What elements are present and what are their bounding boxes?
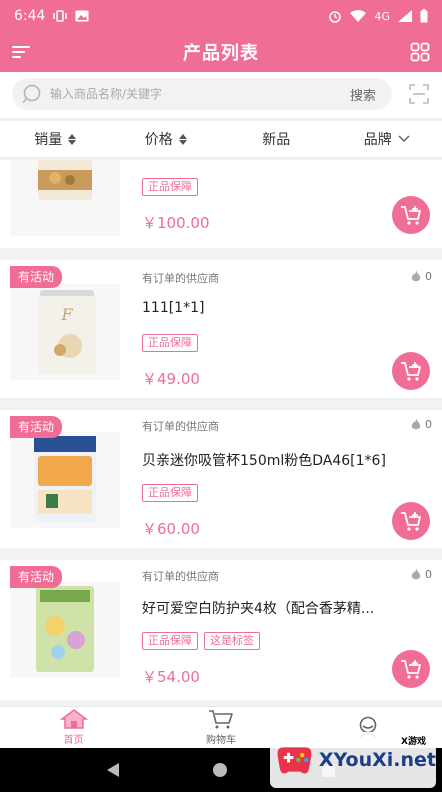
product-title: 好可爱空白防护夹4枚（配合香茅精... — [142, 601, 375, 617]
product-tag: 正品保障 — [142, 484, 198, 502]
sort-arrows-icon — [68, 133, 77, 145]
product-price: ￥60.00 — [142, 520, 200, 538]
sort-new[interactable]: 新品 — [221, 121, 332, 157]
activity-badge: 有活动 — [10, 416, 63, 438]
product-tags: 正品保障 — [142, 178, 198, 196]
product-card[interactable]: 有活动 有订单的供应商 0 贝亲迷你吸管杯150ml粉色DA46[1*6] 正品… — [0, 410, 442, 548]
supplier-name: 有订单的供应商 — [142, 272, 219, 285]
page-title: 产品列表 — [183, 43, 259, 64]
search-icon — [22, 84, 41, 103]
sort-brand[interactable]: 品牌 — [332, 121, 442, 157]
add-to-cart-button[interactable] — [392, 650, 430, 688]
product-title: 贝亲迷你吸管杯150ml粉色DA46[1*6] — [142, 453, 386, 469]
product-image — [10, 582, 120, 678]
product-image — [10, 432, 120, 528]
product-price: ￥100.00 — [142, 214, 210, 232]
product-card[interactable]: 正品保障 ￥100.00 — [0, 160, 442, 248]
product-price: ￥49.00 — [142, 370, 200, 388]
signal-icon — [398, 10, 412, 22]
menu-icon — [12, 46, 30, 58]
add-to-cart-button[interactable] — [392, 502, 430, 540]
app-header: 产品列表 — [0, 32, 442, 72]
product-image: F — [10, 284, 120, 380]
product-tags: 正品保障 — [142, 334, 198, 352]
sort-price-label: 价格 — [144, 132, 173, 148]
home-circle-icon[interactable] — [213, 763, 228, 777]
sort-sales-label: 销量 — [34, 132, 63, 148]
hot-count-value: 0 — [425, 568, 432, 581]
activity-badge: 有活动 — [10, 266, 63, 288]
watermark-small-text: X游戏 — [401, 737, 426, 747]
product-title: 111[1*1] — [142, 300, 205, 316]
status-time: 6:44 — [14, 8, 46, 24]
cart-icon — [208, 710, 233, 729]
add-cart-icon — [401, 362, 421, 381]
menu-button[interactable] — [10, 40, 34, 64]
product-card[interactable]: 有活动 有订单的供应商 0 好可爱空白防护夹4枚（配合香茅精... 正品保障 这… — [0, 560, 442, 700]
sort-brand-label: 品牌 — [363, 132, 392, 148]
sort-sales[interactable]: 销量 — [0, 121, 111, 157]
scan-icon[interactable] — [408, 83, 430, 105]
grid-view-button[interactable] — [408, 40, 432, 64]
battery-icon — [420, 9, 428, 23]
tab-home-label: 首页 — [63, 735, 84, 746]
product-tag: 正品保障 — [142, 334, 198, 352]
hot-count: 0 — [411, 270, 432, 283]
status-bar: 6:44 4G — [0, 0, 442, 32]
add-cart-icon — [401, 512, 421, 531]
watermark: XYouXi.net X游戏 — [270, 732, 436, 788]
add-cart-icon — [401, 206, 421, 225]
search-input[interactable] — [50, 87, 350, 101]
home-icon — [59, 709, 88, 729]
chevron-down-icon — [398, 135, 410, 143]
search-button[interactable]: 搜索 — [350, 85, 376, 104]
product-price: ￥54.00 — [142, 668, 200, 686]
flame-icon — [411, 568, 421, 580]
svg-text:F: F — [60, 305, 73, 324]
activity-badge: 有活动 — [10, 566, 63, 588]
hot-count-value: 0 — [425, 418, 432, 431]
hot-count: 0 — [411, 418, 432, 431]
search-box: 搜索 — [12, 78, 392, 110]
vibrate-icon — [53, 10, 68, 22]
hot-count: 0 — [411, 568, 432, 581]
network-type: 4G — [374, 9, 390, 23]
product-tag: 正品保障 — [142, 178, 198, 196]
supplier-name: 有订单的供应商 — [142, 570, 219, 583]
watermark-text: XYouXi.net — [318, 749, 436, 771]
tab-home[interactable]: 首页 — [0, 707, 147, 748]
tab-cart-label: 购物车 — [205, 735, 236, 746]
product-tag: 正品保障 — [142, 632, 198, 650]
supplier-name: 有订单的供应商 — [142, 420, 219, 433]
product-list: 正品保障 ￥100.00 有活动 F 有订单的供应商 0 111[1*1] 正品… — [0, 160, 442, 706]
sort-bar: 销量 价格 新品 品牌 — [0, 120, 442, 158]
wifi-icon — [350, 10, 367, 22]
sort-arrows-icon — [178, 133, 187, 145]
product-image — [10, 160, 120, 236]
flame-icon — [411, 270, 421, 282]
image-icon — [75, 10, 89, 22]
product-tags: 正品保障 — [142, 484, 198, 502]
product-tags: 正品保障 这是标签 — [142, 632, 260, 650]
add-cart-icon — [401, 660, 421, 679]
flame-icon — [411, 418, 421, 430]
hot-count-value: 0 — [425, 270, 432, 283]
grid-icon — [410, 42, 430, 62]
product-tag: 这是标签 — [204, 632, 260, 650]
sort-price[interactable]: 价格 — [111, 121, 222, 157]
search-area: 搜索 — [0, 72, 442, 118]
alarm-icon — [329, 11, 342, 23]
add-to-cart-button[interactable] — [392, 196, 430, 234]
watermark-logo-icon — [277, 747, 312, 774]
product-card[interactable]: 有活动 F 有订单的供应商 0 111[1*1] 正品保障 ￥49.00 — [0, 260, 442, 398]
sort-new-label: 新品 — [262, 132, 291, 148]
back-icon[interactable] — [107, 763, 120, 777]
add-to-cart-button[interactable] — [392, 352, 430, 390]
